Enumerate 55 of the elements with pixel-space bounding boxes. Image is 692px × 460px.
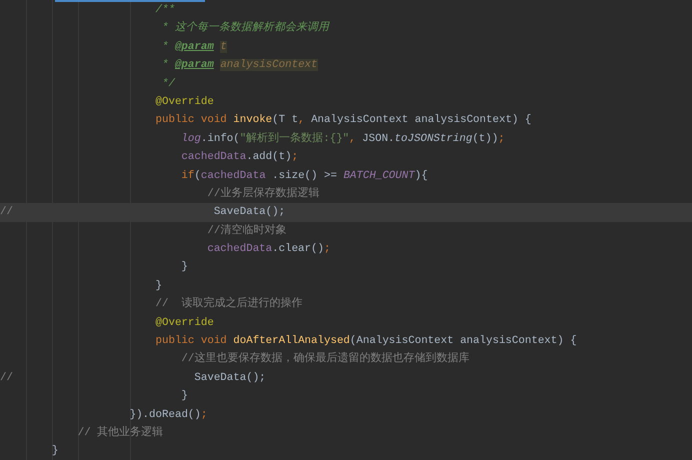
- code-keyword: ;: [324, 243, 330, 256]
- doc-tag: @param: [174, 59, 214, 72]
- code-keyword: public void: [156, 114, 228, 126]
- code-keyword: ;: [200, 408, 208, 421]
- code-annotation: @Override: [156, 96, 214, 108]
- static-call: toJSONString: [394, 132, 472, 145]
- code-text: }).: [130, 408, 150, 421]
- field-name: cachedData: [207, 243, 272, 256]
- code-text: SaveData();: [214, 206, 286, 218]
- method-name: invoke: [233, 114, 272, 126]
- code-keyword: if: [181, 170, 194, 182]
- code-comment: //: [0, 206, 13, 218]
- code-keyword: ,: [298, 114, 306, 126]
- code-text: }: [156, 280, 162, 292]
- doc-comment: */: [162, 78, 175, 90]
- code-comment: // 读取完成之后进行的操作: [156, 298, 302, 310]
- code-text: }: [181, 261, 188, 274]
- static-field: BATCH_COUNT: [343, 170, 415, 182]
- field-name: cachedData: [200, 170, 266, 182]
- code-text: SaveData();: [194, 372, 266, 384]
- doc-param: analysisContext: [220, 59, 318, 72]
- string-literal: "解析到一条数据:{}": [240, 132, 350, 145]
- doc-tag: @param: [174, 40, 214, 53]
- code-keyword: ,: [349, 132, 357, 145]
- field-name: cachedData: [181, 151, 246, 164]
- static-field: log: [181, 132, 201, 145]
- doc-comment: *: [162, 40, 170, 53]
- code-text: .info(: [200, 132, 240, 145]
- code-text: .size() >=: [272, 170, 338, 182]
- code-keyword: ;: [498, 132, 505, 145]
- code-text: .add(t): [246, 151, 292, 164]
- code-text: AnalysisContext analysisContext) {: [311, 114, 532, 126]
- doc-param: t: [220, 40, 227, 53]
- code-text: (T t: [272, 114, 298, 126]
- code-comment: //这里也要保存数据，确保最后遗留的数据也存储到数据库: [181, 353, 470, 366]
- code-comment: //业务层保存数据逻辑: [207, 188, 320, 200]
- code-text: .clear(): [272, 243, 324, 256]
- code-text: doRead(): [149, 408, 201, 421]
- code-comment: //: [0, 372, 13, 384]
- doc-comment: *: [162, 59, 170, 72]
- code-text: }: [52, 445, 58, 458]
- code-comment: // 其他业务逻辑: [78, 426, 164, 439]
- code-text: JSON.: [362, 132, 395, 145]
- code-text: ){: [414, 170, 428, 182]
- doc-comment: * 这个每一条数据解析都会来调用: [162, 22, 329, 34]
- code-text: }: [181, 390, 188, 402]
- code-annotation: @Override: [156, 316, 214, 329]
- doc-comment: /**: [156, 4, 175, 16]
- code-text: (: [194, 170, 201, 182]
- code-text: (t)): [472, 132, 498, 145]
- code-text: (AnalysisContext analysisContext) {: [350, 335, 577, 348]
- code-comment: //清空临时对象: [207, 224, 286, 237]
- method-name: doAfterAllAnalysed: [233, 335, 350, 348]
- code-keyword: public void: [156, 335, 228, 348]
- code-keyword: ;: [292, 151, 298, 164]
